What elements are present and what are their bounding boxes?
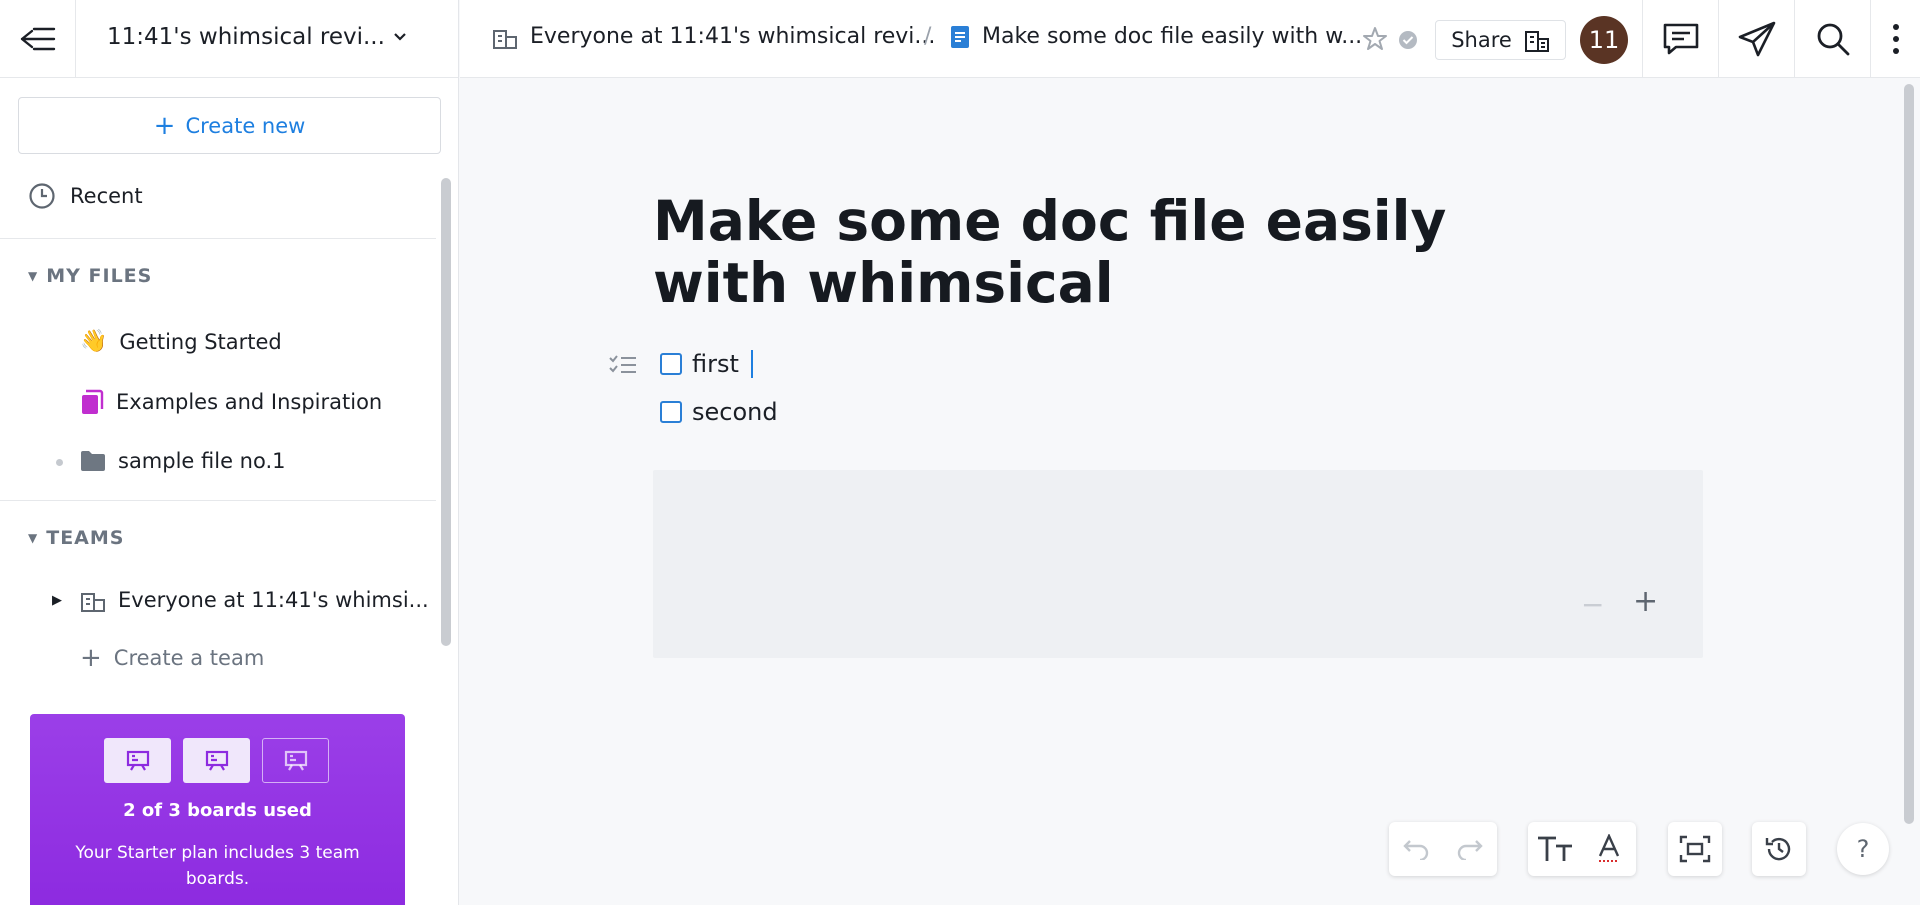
create-new-label: Create new: [185, 113, 306, 138]
create-new-button[interactable]: + Create new: [18, 97, 441, 154]
collapse-arrow-icon: [20, 27, 55, 51]
document-title[interactable]: Make some doc file easily with whimsical: [653, 190, 1553, 314]
create-team-button[interactable]: + Create a team: [80, 645, 264, 671]
comments-button[interactable]: [1642, 0, 1718, 78]
comment-icon: [1663, 23, 1698, 55]
paper-plane-icon: [1738, 21, 1775, 57]
workspace-name: 11:41's whimsical revi...: [107, 24, 385, 50]
waving-hand-icon: 👋: [80, 329, 108, 354]
star-icon[interactable]: [1362, 26, 1388, 52]
folder-icon: [81, 451, 105, 471]
chevron-down-icon: [394, 33, 406, 41]
board-used-icon: [183, 738, 250, 783]
folder-sample-file[interactable]: sample file no.1: [80, 449, 286, 473]
checklist-item[interactable]: second: [660, 398, 778, 426]
zoom-out-button[interactable]: −: [1581, 588, 1604, 621]
folder-label: sample file no.1: [118, 449, 286, 473]
file-label: Examples and Inspiration: [116, 390, 383, 414]
board-usage-icons: [104, 738, 329, 783]
file-label: Getting Started: [119, 329, 282, 354]
teams-label: TEAMS: [46, 527, 125, 549]
teams-header[interactable]: ▼ TEAMS: [28, 527, 124, 549]
divider: [0, 500, 436, 501]
undo-redo-group: [1389, 822, 1497, 876]
verified-check-icon[interactable]: [1398, 30, 1418, 50]
recent-label: Recent: [70, 184, 143, 208]
building-icon: [1524, 31, 1549, 52]
zoom-in-button[interactable]: +: [1633, 584, 1658, 619]
team-label: Everyone at 11:41's whimsi...: [118, 588, 429, 612]
boards-usage-banner: 2 of 3 boards used Your Starter plan inc…: [30, 714, 405, 905]
checklist-item-text[interactable]: first: [692, 350, 739, 378]
boards-plan-text: Your Starter plan includes 3 team boards…: [75, 843, 360, 889]
text-format-group: [1528, 822, 1636, 876]
clock-icon: [29, 183, 55, 209]
sidebar-scrollbar[interactable]: [441, 178, 451, 646]
divider: [0, 238, 436, 239]
triangle-right-icon: ▶: [52, 592, 62, 608]
checkbox[interactable]: [660, 353, 682, 375]
search-button[interactable]: [1794, 0, 1870, 78]
text-color-icon: [1598, 834, 1620, 862]
help-button[interactable]: ?: [1837, 823, 1889, 875]
sidebar: 11:41's whimsical revi... + Create new R…: [0, 0, 459, 905]
bullet-dot: [56, 459, 63, 466]
breadcrumb-separator: /: [924, 24, 932, 49]
history-icon: [1765, 837, 1791, 861]
redo-icon: [1457, 840, 1483, 860]
checklist-item-text[interactable]: second: [692, 398, 778, 426]
checklist-icon[interactable]: [608, 353, 638, 377]
board-used-icon: [104, 738, 171, 783]
sidebar-header: 11:41's whimsical revi...: [0, 0, 458, 78]
plus-icon: +: [153, 110, 176, 141]
fit-group: [1668, 822, 1722, 876]
building-icon: [81, 593, 105, 612]
text-size-button[interactable]: [1528, 822, 1582, 876]
my-files-header[interactable]: ▼ MY FILES: [28, 265, 152, 287]
redo-button[interactable]: [1443, 822, 1497, 876]
triangle-down-icon: ▼: [28, 531, 39, 545]
share-label: Share: [1451, 28, 1512, 52]
collapse-sidebar-button[interactable]: [0, 0, 76, 78]
create-team-label: Create a team: [113, 646, 265, 670]
plus-icon: +: [80, 643, 102, 673]
user-avatar[interactable]: 11: [1580, 16, 1628, 64]
breadcrumb-doc-label: Make some doc file easily with w...: [982, 24, 1363, 49]
team-item-everyone[interactable]: ▶ Everyone at 11:41's whimsi...: [52, 588, 429, 612]
share-button[interactable]: Share: [1435, 20, 1566, 60]
undo-icon: [1403, 840, 1429, 860]
more-menu-button[interactable]: [1870, 0, 1920, 78]
text-color-button[interactable]: [1582, 822, 1636, 876]
more-vertical-icon: [1892, 24, 1899, 54]
board-free-icon: [262, 738, 329, 783]
text-size-icon: [1538, 836, 1572, 861]
document-icon: [951, 25, 969, 48]
building-icon: [493, 29, 517, 49]
history-group: [1752, 822, 1806, 876]
boards-used-title: 2 of 3 boards used: [123, 800, 312, 821]
main-scrollbar[interactable]: [1904, 84, 1914, 824]
breadcrumb-team-label: Everyone at 11:41's whimsical revi...: [530, 24, 936, 49]
version-history-button[interactable]: [1752, 822, 1806, 876]
sidebar-item-recent[interactable]: Recent: [28, 182, 143, 210]
text-cursor: [750, 350, 753, 378]
undo-button[interactable]: [1389, 822, 1443, 876]
file-getting-started[interactable]: 👋 Getting Started: [80, 329, 282, 354]
fit-screen-icon: [1679, 835, 1711, 863]
topbar: Everyone at 11:41's whimsical revi... / …: [460, 0, 1920, 78]
embedded-board[interactable]: − +: [653, 470, 1703, 658]
breadcrumb-doc[interactable]: Make some doc file easily with w...: [950, 24, 1362, 49]
present-button[interactable]: [1718, 0, 1794, 78]
fit-to-screen-button[interactable]: [1668, 822, 1722, 876]
book-icon: [82, 389, 104, 414]
my-files-label: MY FILES: [46, 265, 153, 287]
workspace-switcher[interactable]: 11:41's whimsical revi...: [107, 24, 407, 50]
breadcrumb-team[interactable]: Everyone at 11:41's whimsical revi...: [492, 24, 935, 49]
triangle-down-icon: ▼: [28, 269, 39, 283]
checklist-item[interactable]: first: [660, 350, 753, 378]
search-icon: [1817, 23, 1849, 56]
file-examples-inspiration[interactable]: Examples and Inspiration: [80, 389, 382, 415]
checkbox[interactable]: [660, 401, 682, 423]
